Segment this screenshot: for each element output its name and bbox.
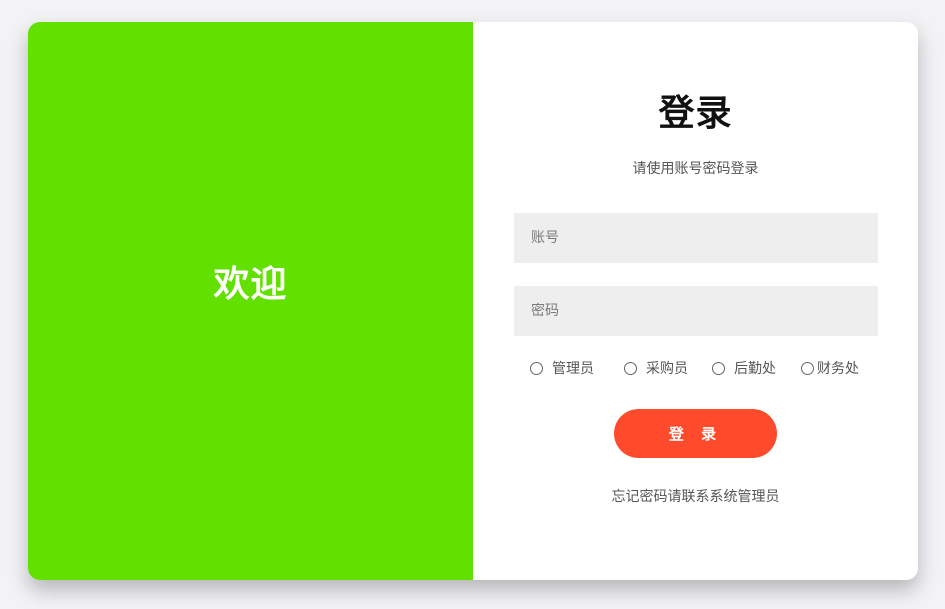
login-panel: 登录 请使用账号密码登录 管理员 采购员 后勤处 财务处 登 录 忘记密码请联系 [473,22,918,580]
welcome-panel: 欢迎 [28,22,473,580]
welcome-text: 欢迎 [213,264,288,305]
radio-icon[interactable] [624,361,637,375]
login-card: 欢迎 登录 请使用账号密码登录 管理员 采购员 后勤处 财务处 登 [28,22,918,580]
role-option-finance[interactable]: 财务处 [801,358,859,378]
password-input[interactable] [514,286,878,336]
login-title: 登录 [658,93,733,134]
login-button[interactable]: 登 录 [614,409,777,458]
role-label: 采购员 [646,361,688,377]
radio-icon[interactable] [801,361,814,375]
account-input[interactable] [514,213,878,263]
role-label: 管理员 [552,361,594,377]
forgot-password-text: 忘记密码请联系系统管理员 [611,489,780,505]
login-subtitle: 请使用账号密码登录 [632,161,759,177]
role-option-admin[interactable]: 管理员 [530,358,594,378]
role-label: 财务处 [817,361,859,377]
role-label: 后勤处 [734,361,776,377]
radio-icon[interactable] [530,361,543,375]
radio-icon[interactable] [712,361,725,375]
role-option-purchaser[interactable]: 采购员 [624,358,688,378]
role-option-logistics[interactable]: 后勤处 [712,358,776,378]
role-radio-group: 管理员 采购员 后勤处 财务处 [530,358,890,380]
